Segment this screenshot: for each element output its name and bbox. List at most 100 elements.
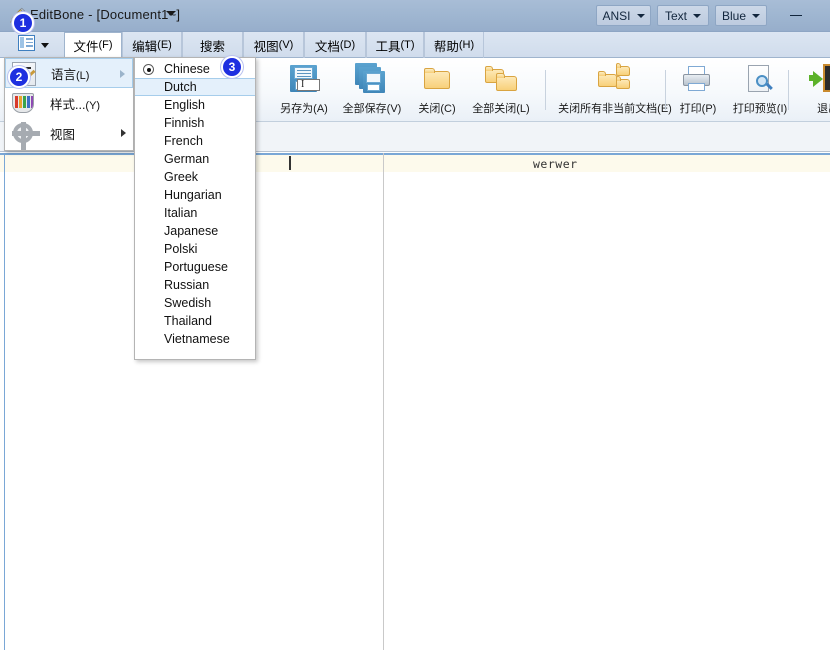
editor-vertical-splitter[interactable]	[383, 153, 384, 650]
printer-icon	[681, 63, 715, 97]
radio-selected-icon	[143, 64, 154, 75]
language-item-label: Portuguese	[164, 260, 228, 274]
toolbar-close-others[interactable]: 关闭所有非当前文档(E)	[552, 61, 678, 119]
minimize-icon	[790, 15, 802, 16]
toolbar-separator	[545, 70, 546, 110]
toolbar-close-all-label: 全部关闭(L)	[472, 100, 529, 116]
language-item-label: Italian	[164, 206, 197, 220]
title-chevron-down-icon[interactable]	[166, 11, 176, 16]
save-all-icon	[355, 63, 389, 97]
menu-help-accel: (H)	[459, 39, 474, 51]
menu-help-label: 帮助	[434, 36, 459, 55]
toolbar-print-preview-label: 打印预览(I)	[733, 100, 787, 116]
text-caret	[289, 156, 291, 170]
language-item-greek[interactable]: Greek	[135, 168, 255, 186]
step-badge-1: 1	[12, 12, 34, 34]
step-badge-3: 3	[221, 56, 243, 78]
toolbar-separator-2	[665, 70, 666, 110]
file-menu-item-view[interactable]: 视图	[5, 118, 133, 148]
language-item-label: English	[164, 98, 205, 112]
toolbar-print-preview[interactable]: 打印预览(I)	[725, 61, 795, 119]
language-item-japanese[interactable]: Japanese	[135, 222, 255, 240]
language-item-label: Greek	[164, 170, 198, 184]
menu-tools[interactable]: 工具(T)	[366, 32, 424, 58]
language-item-portuguese[interactable]: Portuguese	[135, 258, 255, 276]
chevron-right-icon	[120, 70, 125, 78]
palette-icon	[11, 91, 35, 115]
panel-layout-icon[interactable]	[18, 35, 37, 53]
toolbar-close[interactable]: 关闭(C)	[409, 61, 465, 119]
language-item-russian[interactable]: Russian	[135, 276, 255, 294]
menu-bar: 文件(F) 编辑(E) 搜索 视图(V) 文档(D) 工具(T) 帮助(H)	[0, 32, 830, 58]
menu-file-label: 文件	[73, 36, 98, 55]
language-item-label: Swedish	[164, 296, 211, 310]
minimize-button[interactable]	[778, 4, 814, 27]
language-item-swedish[interactable]: Swedish	[135, 294, 255, 312]
menu-tools-accel: (T)	[400, 39, 414, 51]
gear-icon	[11, 121, 35, 145]
chevron-down-icon	[752, 14, 760, 18]
language-item-label: Chinese	[164, 62, 210, 76]
language-item-label: Thailand	[164, 314, 212, 328]
language-item-label: Dutch	[164, 80, 197, 94]
menu-view-label: 视图	[254, 36, 279, 55]
toolbar-exit-label: 退出(	[817, 100, 830, 116]
theme-dropdown[interactable]: Blue	[715, 5, 767, 26]
chevron-right-icon	[121, 129, 126, 137]
language-item-label: Russian	[164, 278, 209, 292]
exit-icon	[813, 63, 830, 97]
editor-area[interactable]	[0, 153, 830, 650]
title-bar: EditBone - [Document1~] ANSI Text Blue	[0, 0, 830, 32]
menu-document[interactable]: 文档(D)	[304, 32, 366, 58]
folder-close-icon	[420, 63, 454, 97]
language-item-italian[interactable]: Italian	[135, 204, 255, 222]
menu-tools-label: 工具	[375, 36, 400, 55]
chevron-down-icon	[693, 14, 701, 18]
panel-layout-chevron-down-icon[interactable]	[41, 43, 49, 48]
toolbar-save-as-label: 另存为(A)	[280, 100, 328, 116]
language-item-hungarian[interactable]: Hungarian	[135, 186, 255, 204]
menu-search[interactable]: 搜索	[182, 32, 243, 58]
save-as-icon	[287, 63, 321, 97]
menu-edit[interactable]: 编辑(E)	[122, 32, 182, 58]
menu-edit-label: 编辑	[132, 36, 157, 55]
encoding-dropdown-label: ANSI	[603, 9, 631, 23]
language-item-english[interactable]: English	[135, 96, 255, 114]
language-item-label: Hungarian	[164, 188, 222, 202]
file-menu-language-label: 语言(L)	[51, 64, 89, 83]
language-item-label: Finnish	[164, 116, 204, 130]
language-item-german[interactable]: German	[135, 150, 255, 168]
file-menu-item-style[interactable]: 样式...(Y)	[5, 88, 133, 118]
language-item-french[interactable]: French	[135, 132, 255, 150]
toolbar-exit[interactable]: 退出(	[800, 61, 830, 119]
toolbar-close-label: 关闭(C)	[418, 100, 455, 116]
language-item-finnish[interactable]: Finnish	[135, 114, 255, 132]
toolbar-save-all-label: 全部保存(V)	[343, 100, 402, 116]
filetype-dropdown[interactable]: Text	[657, 5, 709, 26]
active-line-highlight	[0, 155, 830, 172]
step-badge-2: 2	[8, 66, 30, 88]
menu-view-accel: (V)	[279, 39, 294, 51]
language-item-thailand[interactable]: Thailand	[135, 312, 255, 330]
chevron-down-icon	[637, 14, 645, 18]
menu-view[interactable]: 视图(V)	[243, 32, 304, 58]
toolbar-print[interactable]: 打印(P)	[672, 61, 724, 119]
toolbar-close-all[interactable]: 全部关闭(L)	[466, 61, 536, 119]
language-item-label: German	[164, 152, 209, 166]
editor-left-edge	[4, 153, 5, 650]
file-menu-style-label: 样式...(Y)	[50, 94, 100, 113]
folders-close-all-icon	[484, 63, 518, 97]
language-item-label: Polski	[164, 242, 197, 256]
encoding-dropdown[interactable]: ANSI	[596, 5, 651, 26]
language-item-dutch[interactable]: Dutch	[135, 78, 255, 96]
menu-help[interactable]: 帮助(H)	[424, 32, 484, 58]
language-item-vietnamese[interactable]: Vietnamese	[135, 330, 255, 348]
toolbar-save-as[interactable]: 另存为(A)	[272, 61, 336, 119]
editor-text: werwer	[533, 157, 578, 171]
filetype-dropdown-label: Text	[665, 9, 687, 23]
menu-file[interactable]: 文件(F)	[64, 32, 122, 58]
language-item-polski[interactable]: Polski	[135, 240, 255, 258]
toolbar-save-all[interactable]: 全部保存(V)	[337, 61, 407, 119]
language-submenu-popup: Chinese Dutch English Finnish French Ger…	[134, 57, 256, 360]
theme-dropdown-label: Blue	[722, 9, 746, 23]
